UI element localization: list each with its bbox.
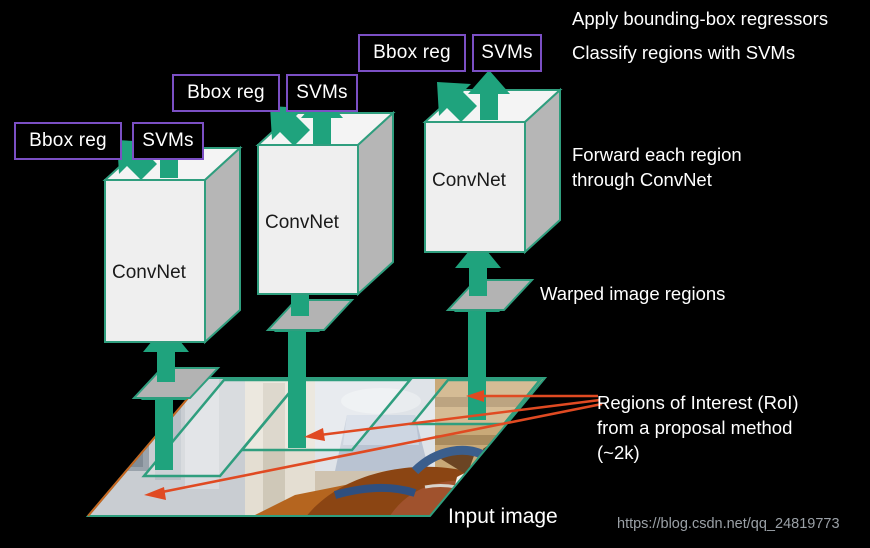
svms-label: SVMs: [142, 130, 194, 151]
bbox-reg-label: Bbox reg: [29, 130, 107, 151]
convnet-label-middle: ConvNet: [265, 212, 339, 233]
annotation-classify: Classify regions with SVMs: [572, 42, 796, 63]
bbox-reg-box-middle[interactable]: Bbox reg: [172, 74, 280, 112]
watermark-url: https://blog.csdn.net/qq_24819773: [617, 516, 840, 532]
svms-label: SVMs: [481, 42, 533, 63]
input-image-label: Input image: [448, 505, 558, 528]
warped-region-3: [445, 279, 535, 311]
svms-box-left[interactable]: SVMs: [132, 122, 204, 160]
svms-box-middle[interactable]: SVMs: [286, 74, 358, 112]
convnet-label-left: ConvNet: [112, 262, 186, 283]
bbox-reg-label: Bbox reg: [187, 82, 265, 103]
annotation-warped: Warped image regions: [540, 283, 726, 304]
bbox-reg-label: Bbox reg: [373, 42, 451, 63]
bbox-reg-box-right[interactable]: Bbox reg: [358, 34, 466, 72]
convnet-label-right: ConvNet: [432, 170, 506, 191]
annotation-roi: Regions of Interest (RoI) from a proposa…: [597, 392, 799, 463]
annotation-apply-bbox: Apply bounding-box regressors: [572, 8, 829, 29]
diagram-canvas: Bbox reg SVMs Bbox reg SVMs Bbox reg SVM…: [0, 0, 870, 548]
svms-box-right[interactable]: SVMs: [472, 34, 542, 72]
warped-region-2: [265, 299, 355, 331]
annotation-forward: Forward each region through ConvNet: [572, 144, 742, 190]
bbox-reg-box-left[interactable]: Bbox reg: [14, 122, 122, 160]
svms-label: SVMs: [296, 82, 348, 103]
